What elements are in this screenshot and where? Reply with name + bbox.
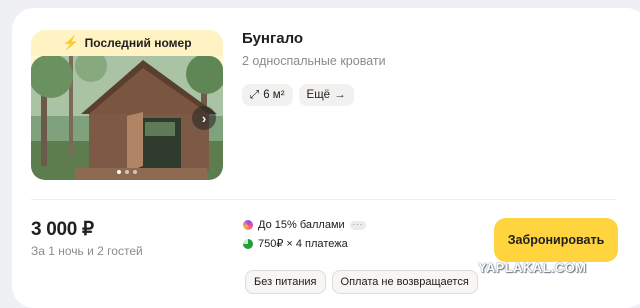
photo-dot[interactable]	[117, 170, 121, 174]
price: 3 000 ₽	[31, 219, 94, 240]
room-gallery[interactable]: ⚡ Последний номер ›	[31, 30, 223, 180]
photo-dot[interactable]	[133, 170, 137, 174]
offer-tags: Без питания Оплата не возвращается	[245, 270, 478, 294]
split-payment-icon	[243, 238, 253, 249]
lightning-icon: ⚡	[62, 35, 79, 50]
meal-tag[interactable]: Без питания	[245, 270, 326, 294]
plus-points-icon	[243, 220, 253, 230]
installments-label: 750₽ × 4 платежа	[258, 238, 348, 250]
chevron-right-icon: ›	[201, 110, 207, 126]
watermark: YAPLAKAL.COM	[478, 260, 587, 275]
more-dots-icon[interactable]: ···	[349, 219, 366, 230]
more-features-button[interactable]: Ещё →	[298, 84, 354, 106]
area-chip: ⤢ 6 м²	[242, 84, 293, 106]
photo-pagination	[117, 170, 137, 174]
room-feature-chips: ⤢ 6 м² Ещё →	[242, 84, 354, 106]
refund-tag[interactable]: Оплата не возвращается	[331, 270, 478, 294]
points-promo-label: До 15% баллами	[258, 219, 345, 231]
installments-promo: 750₽ × 4 платежа	[243, 237, 348, 250]
last-room-badge: ⚡ Последний номер	[31, 30, 223, 56]
arrow-right-icon: →	[334, 89, 346, 101]
section-divider	[31, 199, 616, 200]
book-button[interactable]: Забронировать	[494, 218, 618, 262]
more-label: Ещё	[306, 89, 331, 101]
room-photo[interactable]: ›	[31, 56, 223, 180]
price-note: За 1 ночь и 2 гостей	[31, 244, 143, 258]
expand-diagonal-icon: ⤢	[250, 88, 260, 101]
badge-label: Последний номер	[84, 36, 192, 50]
points-promo: До 15% баллами ···	[243, 219, 366, 231]
room-title[interactable]: Бунгало	[242, 30, 303, 47]
next-photo-button[interactable]: ›	[192, 106, 216, 130]
bed-configuration: 2 односпальные кровати	[242, 54, 386, 68]
photo-dot[interactable]	[125, 170, 129, 174]
area-label: 6 м²	[263, 89, 285, 101]
